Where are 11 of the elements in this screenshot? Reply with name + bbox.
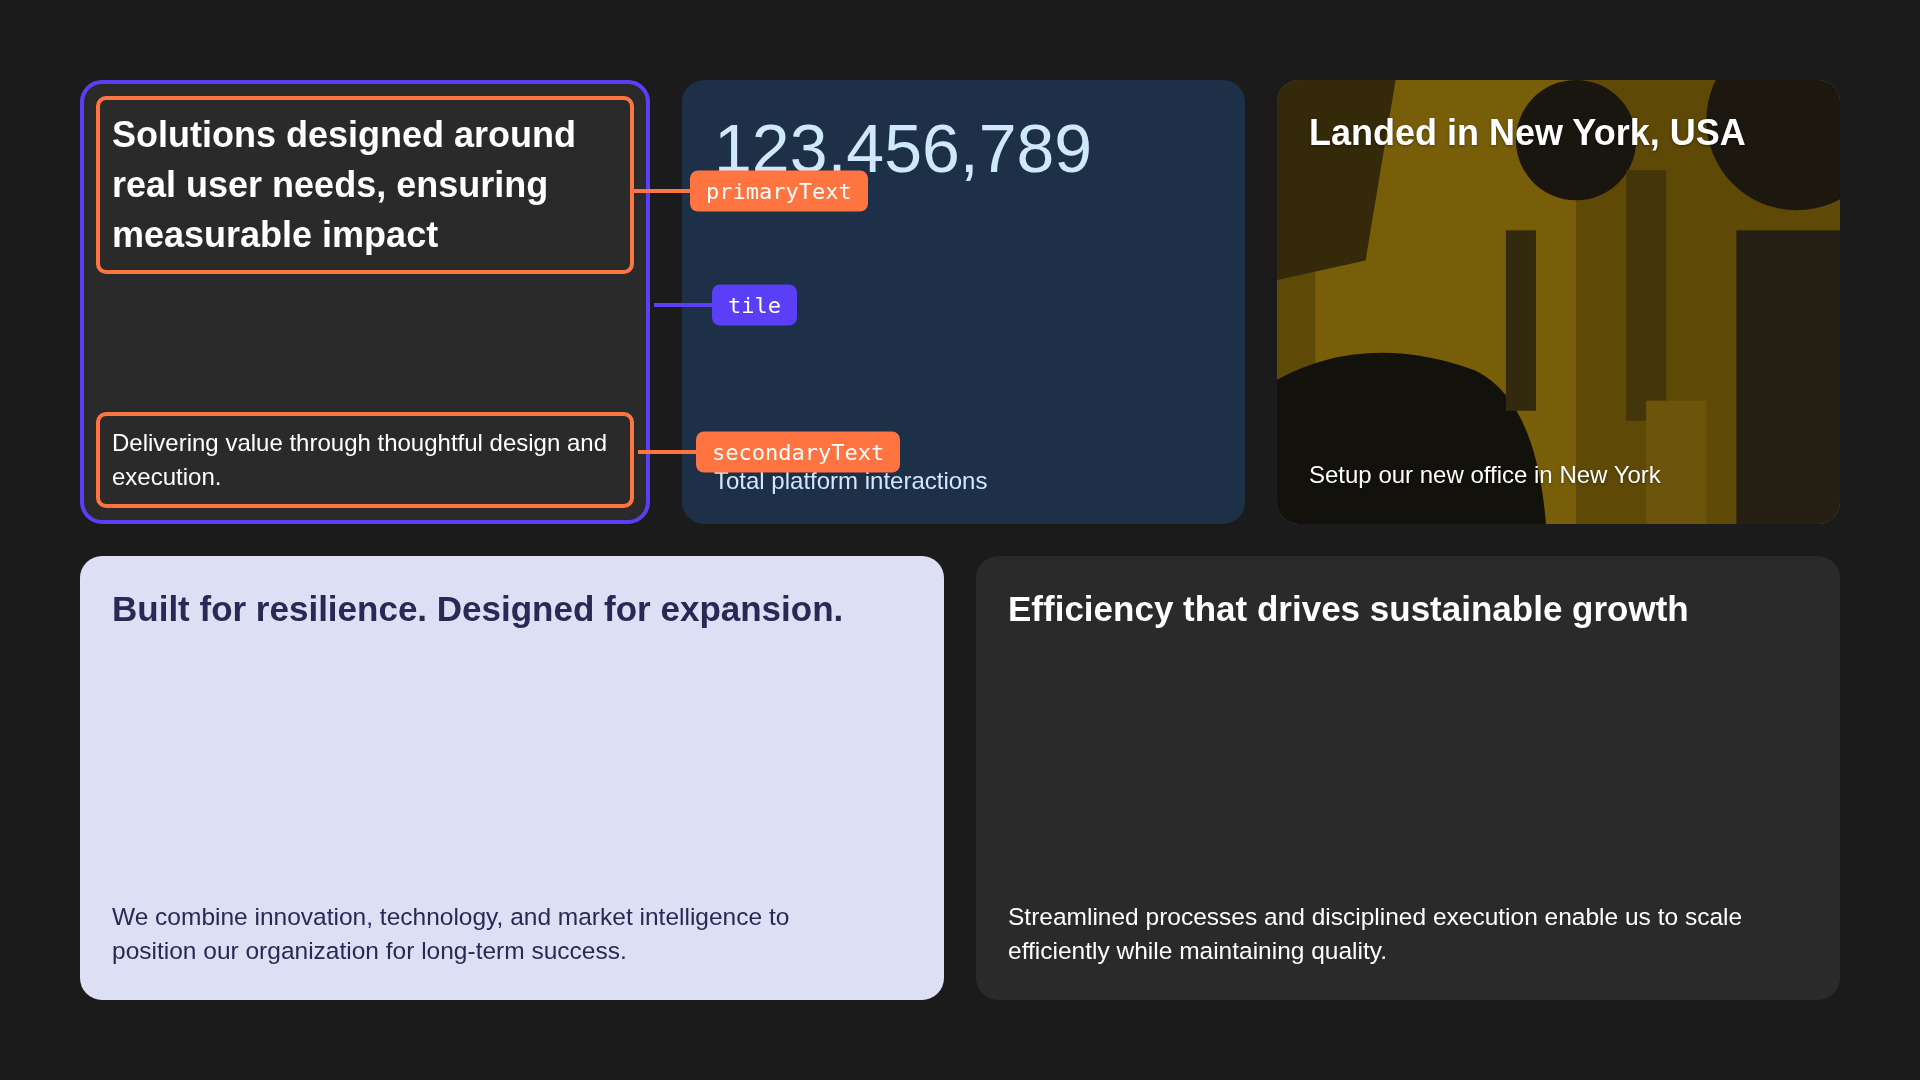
annotation-tag: tile — [712, 284, 797, 326]
card-description: We combine innovation, technology, and market intelligence to position our organization for long-term success. — [112, 902, 791, 966]
annotation-tag: secondaryText — [696, 431, 901, 473]
card-title: Efficiency that drives sustainable growth — [1008, 588, 1690, 630]
card-title: Landed in New York, USA — [1309, 111, 1747, 155]
card-description: Delivering value through thoughtful design and execution. — [112, 428, 608, 492]
card-title: Solutions designed around real user needs, ensuring measurable impact — [112, 113, 577, 257]
annotation-tag: primaryText — [690, 170, 868, 212]
card-description: Setup our new office in New York — [1309, 460, 1662, 490]
card-title: Built for resilience. Designed for expansion. — [112, 588, 845, 630]
card-description: Streamlined processes and disciplined execution enable us to scale efficiently while maintaining quality. — [1008, 902, 1744, 966]
